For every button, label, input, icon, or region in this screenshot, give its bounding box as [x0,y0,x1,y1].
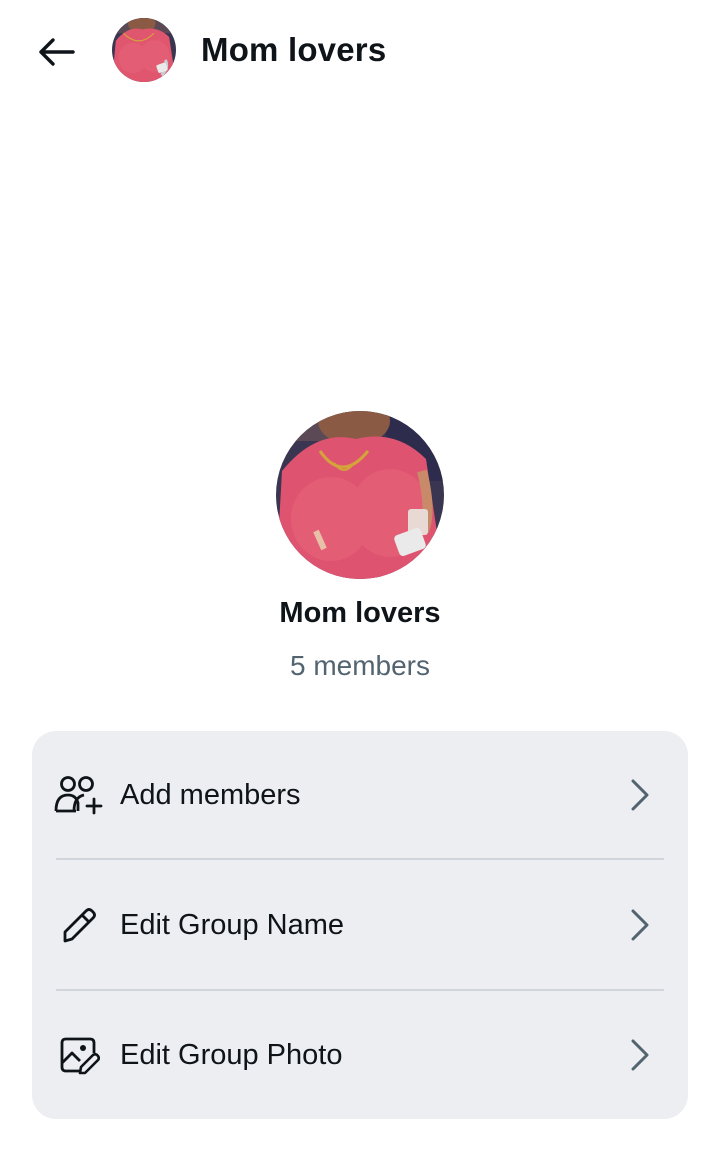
group-avatar-small[interactable] [112,18,176,82]
chevron-right-icon [626,907,654,943]
group-name: Mom lovers [279,597,441,629]
edit-photo-icon [54,1035,104,1075]
group-actions-card: Add members Edit Group Name Edit Group P… [32,731,688,1119]
arrow-left-icon [39,38,75,66]
chevron-right-icon [626,777,654,813]
edit-group-name-label: Edit Group Name [120,909,345,941]
back-button[interactable] [34,30,78,74]
edit-group-name-row[interactable]: Edit Group Name [32,861,688,989]
member-count[interactable]: 5 members [0,647,708,685]
add-members-label: Add members [120,779,301,811]
add-members-row[interactable]: Add members [32,731,688,859]
pencil-icon [54,905,104,945]
divider [56,858,664,860]
top-bar: Mom lovers [0,0,708,100]
edit-group-photo-row[interactable]: Edit Group Photo [32,991,688,1119]
chevron-right-icon [626,1037,654,1073]
group-info-screen: Mom lovers Mom lovers 5 members Add memb… [0,0,708,1161]
group-avatar-large[interactable] [276,411,444,579]
edit-group-photo-label: Edit Group Photo [120,1039,343,1071]
group-photo-image [276,411,444,579]
add-members-icon [54,775,104,815]
header-title: Mom lovers [201,31,387,68]
group-photo-image [112,18,176,82]
